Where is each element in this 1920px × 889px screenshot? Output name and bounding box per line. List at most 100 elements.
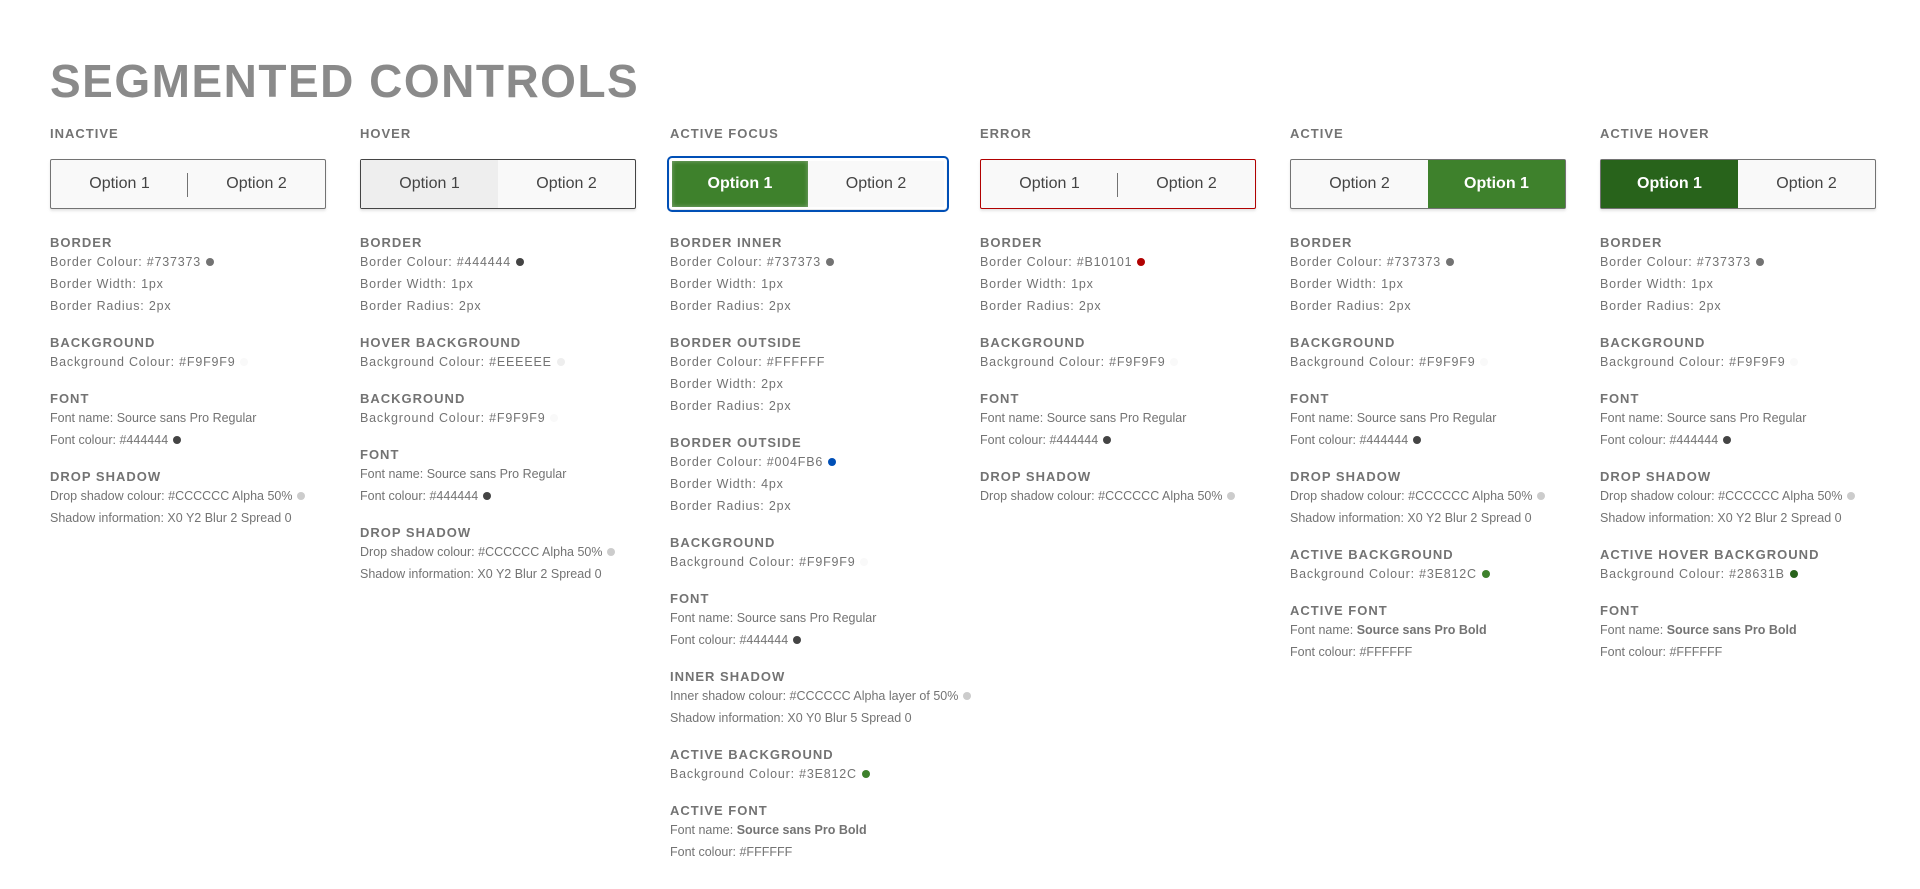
- segmented-control-active[interactable]: Option 2 Option 1: [1290, 159, 1566, 209]
- option-1-segment[interactable]: Option 1: [1601, 160, 1738, 208]
- column-active-focus: ACTIVE FOCUS Option 1 Option 2 BORDER IN…: [667, 127, 972, 881]
- spec-heading: BORDER OUTSIDE: [670, 335, 802, 350]
- spec-line: Border Radius: 2px: [670, 295, 946, 317]
- spec-group: BORDER Border Colour: #737373 Border Width…: [1600, 235, 1876, 317]
- spec-list: BORDER Border Colour: #444444 Border Width…: [360, 235, 636, 585]
- segmented-control-inactive[interactable]: Option 1 Option 2: [50, 159, 326, 209]
- spec-line: Font name: Source sans Pro Regular: [1290, 407, 1566, 429]
- spec-line: Drop shadow colour: #CCCCCC Alpha 50%: [50, 485, 326, 507]
- spec-heading: FONT: [1600, 603, 1640, 618]
- spec-text: Font name: Source sans Pro Bold: [670, 823, 867, 837]
- color-swatch-icon: [1480, 357, 1489, 366]
- segmented-control-active-hover[interactable]: Option 1 Option 2: [1600, 159, 1876, 209]
- spec-heading: ACTIVE BACKGROUND: [1290, 547, 1454, 562]
- spec-heading: FONT: [980, 391, 1020, 406]
- spec-line: Font colour: #FFFFFF: [670, 841, 946, 863]
- option-1-segment[interactable]: Option 1: [1428, 160, 1565, 208]
- spec-heading: FONT: [360, 447, 400, 462]
- color-swatch-icon: [173, 435, 182, 444]
- option-2-segment[interactable]: Option 2: [188, 160, 325, 208]
- spec-group: BACKGROUND Background Colour: #F9F9F9: [980, 335, 1256, 373]
- spec-list: BORDER Border Colour: #B10101 Border Width…: [980, 235, 1256, 507]
- color-swatch-icon: [1413, 435, 1422, 444]
- segmented-control-error[interactable]: Option 1 Option 2: [980, 159, 1256, 209]
- spec-line: Background Colour: #F9F9F9: [1600, 351, 1876, 373]
- spec-heading: BORDER: [1600, 235, 1663, 250]
- option-2-segment[interactable]: Option 2: [1291, 160, 1428, 208]
- spec-line: Font colour: #444444: [1290, 429, 1566, 451]
- option-1-segment[interactable]: Option 1: [672, 161, 808, 207]
- color-swatch-icon: [1481, 569, 1490, 578]
- color-swatch-icon: [828, 457, 837, 466]
- spec-line: Background Colour: #F9F9F9: [670, 551, 946, 573]
- spec-line: Border Colour: #444444: [360, 251, 636, 273]
- spec-text: Background Colour: #F9F9F9: [670, 555, 856, 569]
- spec-heading: BACKGROUND: [1600, 335, 1706, 350]
- option-2-segment[interactable]: Option 2: [1738, 160, 1875, 208]
- color-swatch-icon: [1103, 435, 1112, 444]
- spec-text: Font name: Source sans Pro Regular: [1600, 411, 1807, 425]
- spec-line: Border Radius: 2px: [360, 295, 636, 317]
- color-swatch-icon: [1446, 257, 1455, 266]
- color-swatch-icon: [1790, 357, 1799, 366]
- spec-line: Shadow information: X0 Y2 Blur 2 Spread …: [1600, 507, 1876, 529]
- spec-list: BORDER Border Colour: #737373 Border Width…: [1600, 235, 1876, 663]
- spec-text: Font colour: #444444: [980, 433, 1099, 447]
- color-swatch-icon: [1227, 491, 1236, 500]
- option-2-segment[interactable]: Option 2: [1118, 160, 1255, 208]
- color-swatch-icon: [1537, 491, 1546, 500]
- color-swatch-icon: [861, 769, 870, 778]
- spec-line: Border Colour: #FFFFFF: [670, 351, 946, 373]
- spec-group: DROP SHADOW Drop shadow colour: #CCCCCC A…: [980, 469, 1256, 507]
- spec-text: Drop shadow colour: #CCCCCC Alpha 50%: [360, 545, 603, 559]
- option-1-segment[interactable]: Option 1: [361, 160, 498, 208]
- color-swatch-icon: [793, 635, 802, 644]
- spec-line: Font name: Source sans Pro Regular: [50, 407, 326, 429]
- spec-text: Background Colour: #F9F9F9: [360, 411, 546, 425]
- spec-group: HOVER BACKGROUND Background Colour: #EEEE…: [360, 335, 636, 373]
- color-swatch-icon: [1756, 257, 1765, 266]
- spec-line: Border Radius: 2px: [50, 295, 326, 317]
- option-1-segment[interactable]: Option 1: [981, 160, 1118, 208]
- color-swatch-icon: [1137, 257, 1146, 266]
- spec-text: Font colour: #FFFFFF: [1600, 645, 1723, 659]
- spec-text: Border Width: 1px: [670, 277, 784, 291]
- spec-heading: BACKGROUND: [1290, 335, 1396, 350]
- segmented-control-hover[interactable]: Option 1 Option 2: [360, 159, 636, 209]
- spec-line: Background Colour: #3E812C: [670, 763, 946, 785]
- spec-line: Border Colour: #B10101: [980, 251, 1256, 273]
- spec-line: Border Radius: 2px: [1290, 295, 1566, 317]
- spec-heading: ACTIVE FONT: [670, 803, 768, 818]
- option-1-segment[interactable]: Option 1: [51, 160, 188, 208]
- spec-group: INNER SHADOW Inner shadow colour: #CCCCCC…: [670, 669, 972, 729]
- spec-heading: ACTIVE FONT: [1290, 603, 1388, 618]
- segmented-control-active-focus[interactable]: Option 1 Option 2: [667, 156, 949, 212]
- spec-heading: BORDER: [50, 235, 113, 250]
- spec-group: BACKGROUND Background Colour: #F9F9F9: [360, 391, 636, 429]
- spec-group: BACKGROUND Background Colour: #F9F9F9: [670, 535, 946, 573]
- spec-text: Background Colour: #3E812C: [670, 767, 857, 781]
- spec-heading: BORDER INNER: [670, 235, 783, 250]
- spec-text: Font colour: #444444: [50, 433, 169, 447]
- state-label: ERROR: [980, 126, 1032, 141]
- option-2-segment[interactable]: Option 2: [808, 161, 944, 207]
- column-active-hover: ACTIVE HOVER Option 1 Option 2 BORDER Bor…: [1600, 127, 1876, 681]
- spec-group: DROP SHADOW Drop shadow colour: #CCCCCC A…: [1290, 469, 1566, 529]
- spec-heading: DROP SHADOW: [50, 469, 162, 484]
- spec-text: Border Colour: #004FB6: [670, 455, 824, 469]
- spec-text: Font name: Source sans Pro Regular: [1290, 411, 1497, 425]
- spec-line: Font name: Source sans Pro Regular: [980, 407, 1256, 429]
- option-2-segment[interactable]: Option 2: [498, 160, 635, 208]
- color-swatch-icon: [860, 557, 869, 566]
- spec-text: Border Colour: #B10101: [980, 255, 1133, 269]
- spec-text: Font name: Source sans Pro Regular: [670, 611, 877, 625]
- spec-text: Border Colour: #737373: [1600, 255, 1752, 269]
- spec-group: ACTIVE BACKGROUND Background Colour: #3E8…: [670, 747, 946, 785]
- spec-text: Font colour: #FFFFFF: [670, 845, 793, 859]
- spec-heading: FONT: [1600, 391, 1640, 406]
- spec-line: Font name: Source sans Pro Regular: [360, 463, 636, 485]
- spec-group: ACTIVE FONT Font name: Source sans Pro Bo…: [670, 803, 946, 863]
- spec-line: Border Width: 2px: [670, 373, 946, 395]
- color-swatch-icon: [1170, 357, 1179, 366]
- spec-text: Font colour: #444444: [360, 489, 479, 503]
